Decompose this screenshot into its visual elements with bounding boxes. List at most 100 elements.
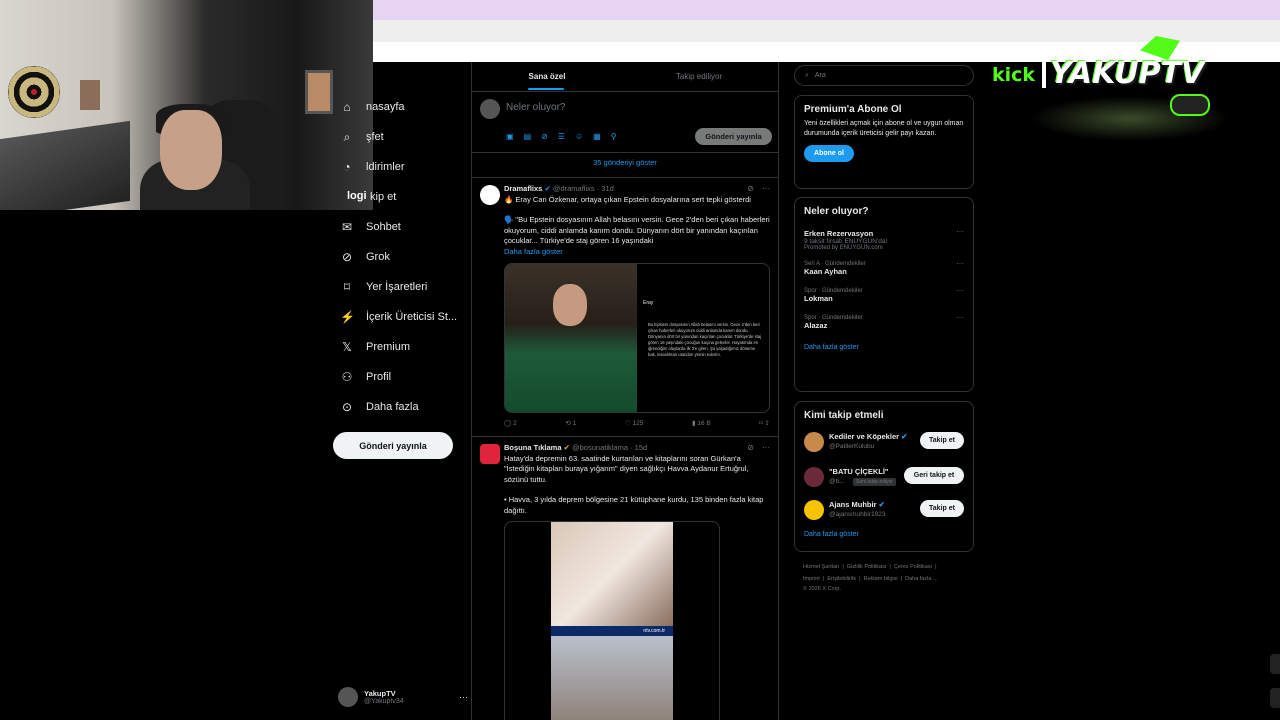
show-more-link[interactable]: Daha fazla göster xyxy=(504,247,770,258)
premium-text: Yeni özellikleri açmak için abone ol ve … xyxy=(804,120,964,137)
webcam-overlay xyxy=(0,0,373,210)
yakuptv-logo: YAKUPTV xyxy=(1050,56,1205,91)
search-placeholder: Ara xyxy=(814,72,826,79)
nav-notifications[interactable]: ◔ ldirimler xyxy=(340,157,404,177)
follow-suggestion[interactable]: Ajans Muhbir ✔ @ajansmuhbir1923 Takip et xyxy=(804,497,964,529)
footer-link[interactable]: Gizlilik Politikası xyxy=(847,564,886,570)
follow-suggestion[interactable]: Kediler ve Köpekler ✔ @PatilerKulubu Tak… xyxy=(804,429,964,461)
suggestion-handle: @PatilerKulubu xyxy=(829,443,875,450)
x-icon: 𝕏 xyxy=(342,340,352,354)
nav-creator-studio[interactable]: ⚡ İçerik Üreticisi St... xyxy=(340,307,457,327)
footer-link[interactable]: Hizmet Şartları xyxy=(803,564,839,570)
post-button[interactable]: Gönderi yayınla xyxy=(333,432,453,459)
mail-icon: ✉ xyxy=(341,220,353,234)
grok-icon[interactable]: ⊘ xyxy=(747,184,754,195)
side-widget[interactable] xyxy=(1270,654,1280,674)
repost-button[interactable]: ⟲ 1 xyxy=(565,419,576,430)
gif-icon[interactable]: ▤ xyxy=(524,132,532,141)
post[interactable]: Boşuna Tıklama ✔ @bosunatiklama · 15d ⊘ … xyxy=(472,436,778,720)
footer-link[interactable]: Erişilebilirlik xyxy=(827,576,856,582)
divider xyxy=(472,152,778,153)
tab-following[interactable]: Takip ediliyor xyxy=(624,62,774,90)
poll-icon[interactable]: ☰ xyxy=(558,132,565,141)
stream-logo-overlay: kick YAKUPTV xyxy=(990,36,1240,141)
trend-meta: Promoted by ENUYGUN.com xyxy=(804,245,883,251)
media-photo xyxy=(505,264,637,412)
compose-input[interactable]: Neler oluyor? xyxy=(506,102,565,113)
like-button[interactable]: ♡ 125 xyxy=(625,419,644,430)
subscribe-button[interactable]: Abone ol xyxy=(804,145,854,162)
trends-show-more-link[interactable]: Daha fazla göster xyxy=(804,344,964,351)
person-face xyxy=(553,284,587,326)
follows-you-badge: Seni takip ediyor xyxy=(853,478,896,486)
browser-titlebar xyxy=(373,0,1280,20)
more-dots-icon[interactable]: ··· xyxy=(956,313,964,322)
post[interactable]: Dramaflixs ✔ @dramaflixs · 31d ⊘ ··· 🔥 E… xyxy=(472,177,778,435)
grok-icon[interactable]: ⊘ xyxy=(541,132,548,141)
premium-card: Premium'a Abone Ol Yeni özellikleri açma… xyxy=(794,95,974,189)
footer-line: Hizmet Şartları | Gizlilik Politikası | … xyxy=(803,564,937,570)
emoji-icon[interactable]: ☺ xyxy=(575,132,583,141)
trends-card: Neler oluyor? Erken Rezervasyon 9 taksit… xyxy=(794,197,974,392)
nav-follow[interactable]: kip et xyxy=(352,187,396,207)
gamepad-icon xyxy=(1170,94,1210,116)
footer-link[interactable]: Reklam bilgisi xyxy=(864,576,898,582)
follow-button[interactable]: Takip et xyxy=(920,500,964,517)
media-photo xyxy=(551,636,673,720)
more-dots-icon[interactable]: ··· xyxy=(762,443,770,454)
suggestion-name: "BATU ÇİÇEKLİ" xyxy=(829,467,889,476)
nav-label: kip et xyxy=(370,191,397,203)
more-dots-icon[interactable]: ··· xyxy=(956,227,964,236)
views-button[interactable]: ▮ 16 B xyxy=(692,419,711,430)
more-dots-icon[interactable]: ··· xyxy=(956,286,964,295)
search-input[interactable]: ⌕ Ara xyxy=(794,65,974,86)
schedule-icon[interactable]: ▦ xyxy=(593,132,601,141)
compose-post-button[interactable]: Gönderi yayınla xyxy=(695,128,772,145)
nav-bookmarks[interactable]: ⌑ Yer İşaretleri xyxy=(340,277,427,297)
nav-profile[interactable]: ⚇ Profil xyxy=(340,367,391,387)
follow-suggestion[interactable]: "BATU ÇİÇEKLİ" @b... Seni takip ediyor G… xyxy=(804,463,964,495)
who-to-follow-show-more-link[interactable]: Daha fazla göster xyxy=(804,531,964,538)
footer-link[interactable]: Daha fazla ... xyxy=(905,576,937,582)
reply-button[interactable]: ◯ 2 xyxy=(504,419,517,430)
suggestion-handle: @ajansmuhbir1923 xyxy=(829,511,886,518)
account-switcher[interactable]: YakupTV @Yakuptv34 ··· xyxy=(338,684,468,710)
footer-link[interactable]: Imprint xyxy=(803,576,820,582)
side-widget[interactable] xyxy=(1270,688,1280,708)
trend-item[interactable]: Seri A · Gündemdekiler Kaan Ayhan ··· xyxy=(804,259,964,276)
show-new-posts-link[interactable]: 35 gönderiyi göster xyxy=(472,158,778,167)
trend-item[interactable]: Spor · Gündemdekiler Alazaz ··· xyxy=(804,313,964,330)
verified-icon: ✔ xyxy=(544,184,551,193)
follow-back-button[interactable]: Geri takip et xyxy=(904,467,964,484)
nav-more[interactable]: ⊙ Daha fazla xyxy=(340,397,419,417)
more-dots-icon[interactable]: ··· xyxy=(956,259,964,268)
trend-item[interactable]: Erken Rezervasyon 9 taksit fırsatı ENUYG… xyxy=(804,227,964,251)
more-dots-icon[interactable]: ··· xyxy=(459,692,468,702)
who-to-follow-card: Kimi takip etmeli Kediler ve Köpekler ✔ … xyxy=(794,401,974,552)
trend-item[interactable]: Spor · Gündemdekiler Lokman ··· xyxy=(804,286,964,303)
avatar xyxy=(338,687,358,707)
nav-home[interactable]: ⌂ nasayfa xyxy=(340,97,404,117)
post-author[interactable]: Dramaflixs xyxy=(504,184,542,193)
trend-name: Lokman xyxy=(804,294,833,303)
nav-grok[interactable]: ⊘ Grok xyxy=(340,247,390,267)
tab-for-you[interactable]: Sana özel xyxy=(472,62,622,90)
post-author[interactable]: Boşuna Tıklama xyxy=(504,443,562,452)
location-icon[interactable]: ⚲ xyxy=(611,132,617,141)
follow-button[interactable]: Takip et xyxy=(920,432,964,449)
nav-chat[interactable]: ✉ Sohbet xyxy=(340,217,401,237)
post-media[interactable]: Eray Bu Epstein dosyasının Allah belasın… xyxy=(504,263,770,413)
post-media[interactable]: ntv.com.tr xyxy=(504,521,720,720)
media-photo xyxy=(551,522,673,626)
bookmark-icon[interactable]: ⌑ ⇪ xyxy=(759,419,770,430)
nav-label: Premium xyxy=(366,341,411,353)
nav-explore[interactable]: ⌕ şfet xyxy=(340,127,384,147)
bookmark-icon: ⌑ xyxy=(343,280,351,294)
post-actions: ◯ 2 ⟲ 1 ♡ 125 ▮ 16 B ⌑ ⇪ xyxy=(504,419,770,430)
more-dots-icon[interactable]: ··· xyxy=(762,184,770,195)
verified-icon: ✔ xyxy=(563,443,570,452)
grok-icon[interactable]: ⊘ xyxy=(747,443,754,454)
footer-link[interactable]: Çerez Politikası xyxy=(894,564,932,570)
image-icon[interactable]: ▣ xyxy=(506,132,514,141)
nav-premium[interactable]: 𝕏 Premium xyxy=(340,337,410,357)
